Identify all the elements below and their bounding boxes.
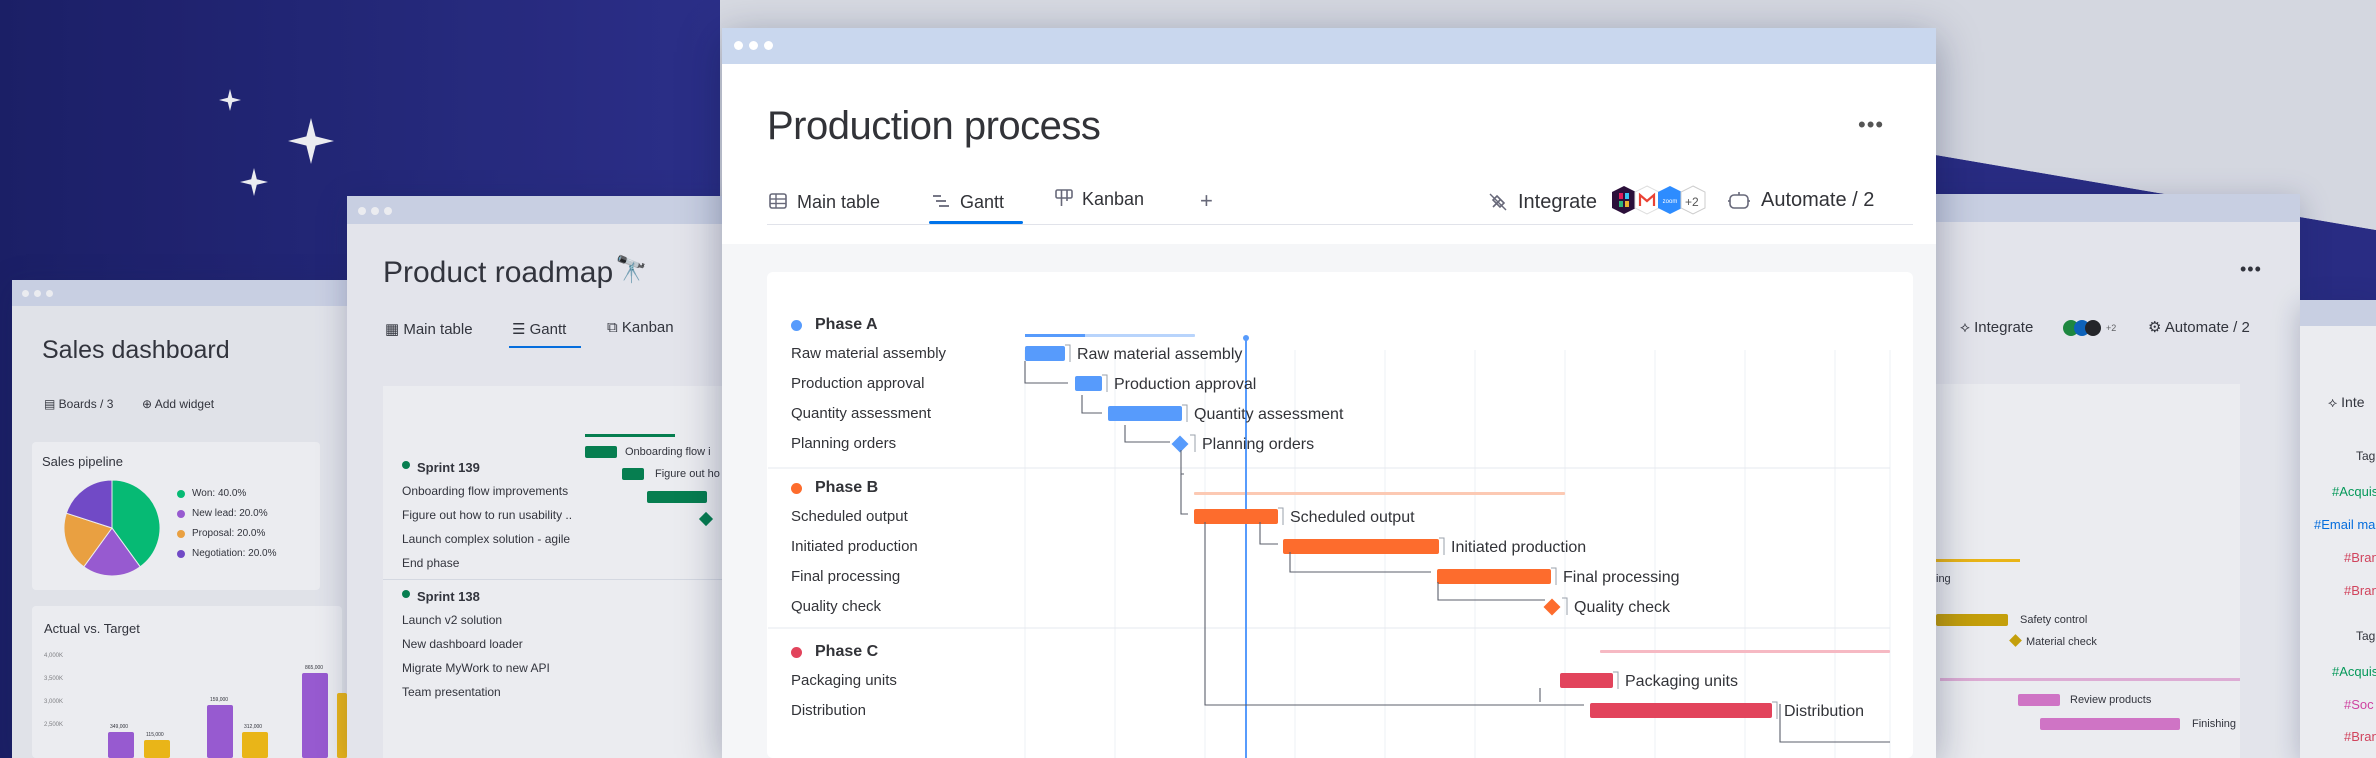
today-marker [1243,335,1249,341]
dependency-arrow [1024,361,1068,384]
gantt-chart: Raw material assembly Production approval… [768,334,1891,758]
milestone-diamond[interactable] [1543,598,1561,616]
bar-handle [1102,374,1108,392]
bar-handle [1190,434,1196,452]
gantt-bar[interactable] [1194,509,1278,524]
dependency-arrow [1437,582,1545,601]
bar-handle [1551,567,1557,585]
task-name[interactable]: Initiated production [791,539,918,554]
dependency-arrow [1124,425,1170,443]
phase-dot [791,483,802,494]
task-name[interactable]: Packaging units [791,673,897,688]
dependency-arrow [1180,450,1184,475]
bar-handle [1439,537,1445,555]
bar-handle [1613,671,1619,689]
phase-name[interactable]: Phase B [815,480,878,496]
milestone-diamond[interactable] [1171,435,1189,453]
gantt-label: Scheduled output [1290,509,1415,526]
gantt-label: Distribution [1784,703,1864,720]
gantt-label: Quality check [1574,599,1671,616]
task-name[interactable]: Final processing [791,569,900,584]
gantt-bar[interactable] [1437,569,1551,584]
phase-name[interactable]: Phase A [815,317,878,333]
phase-progress [1600,650,1890,653]
gantt-label: Planning orders [1202,436,1314,453]
dependency-arrow [1289,552,1431,573]
task-name[interactable]: Distribution [791,703,866,718]
bar-handle [1772,701,1778,719]
gantt-bar[interactable] [1560,673,1613,688]
task-name[interactable]: Production approval [791,376,924,391]
bar-handle [1278,507,1284,525]
task-name[interactable]: Quantity assessment [791,406,931,421]
gantt-bar[interactable] [1075,376,1102,391]
gantt-label: Final processing [1563,569,1680,586]
bar-handle [1182,404,1188,422]
task-name[interactable]: Scheduled output [791,509,908,524]
phase-progress-fill [1025,334,1085,337]
gantt-bar[interactable] [1283,539,1439,554]
task-name[interactable]: Planning orders [791,436,896,451]
gantt-label: Quantity assessment [1194,406,1344,423]
phase-progress [1194,492,1565,495]
gantt-label: Initiated production [1451,539,1586,556]
task-name[interactable]: Raw material assembly [791,346,946,361]
dependency-arrow [1081,395,1102,414]
task-name[interactable]: Quality check [791,599,881,614]
dependency-arrow [1259,522,1278,545]
phase-name[interactable]: Phase C [815,644,878,660]
gantt-bar[interactable] [1108,406,1182,421]
dependency-arrow [1180,474,1188,515]
gantt-label: Raw material assembly [1077,346,1242,363]
gantt-bar[interactable] [1590,703,1772,718]
phase-dot [791,647,802,658]
bar-handle [1065,344,1071,362]
gantt-bar[interactable] [1025,346,1065,361]
gantt-label: Packaging units [1625,673,1738,690]
gantt-label: Production approval [1114,376,1256,393]
phase-dot [791,320,802,331]
